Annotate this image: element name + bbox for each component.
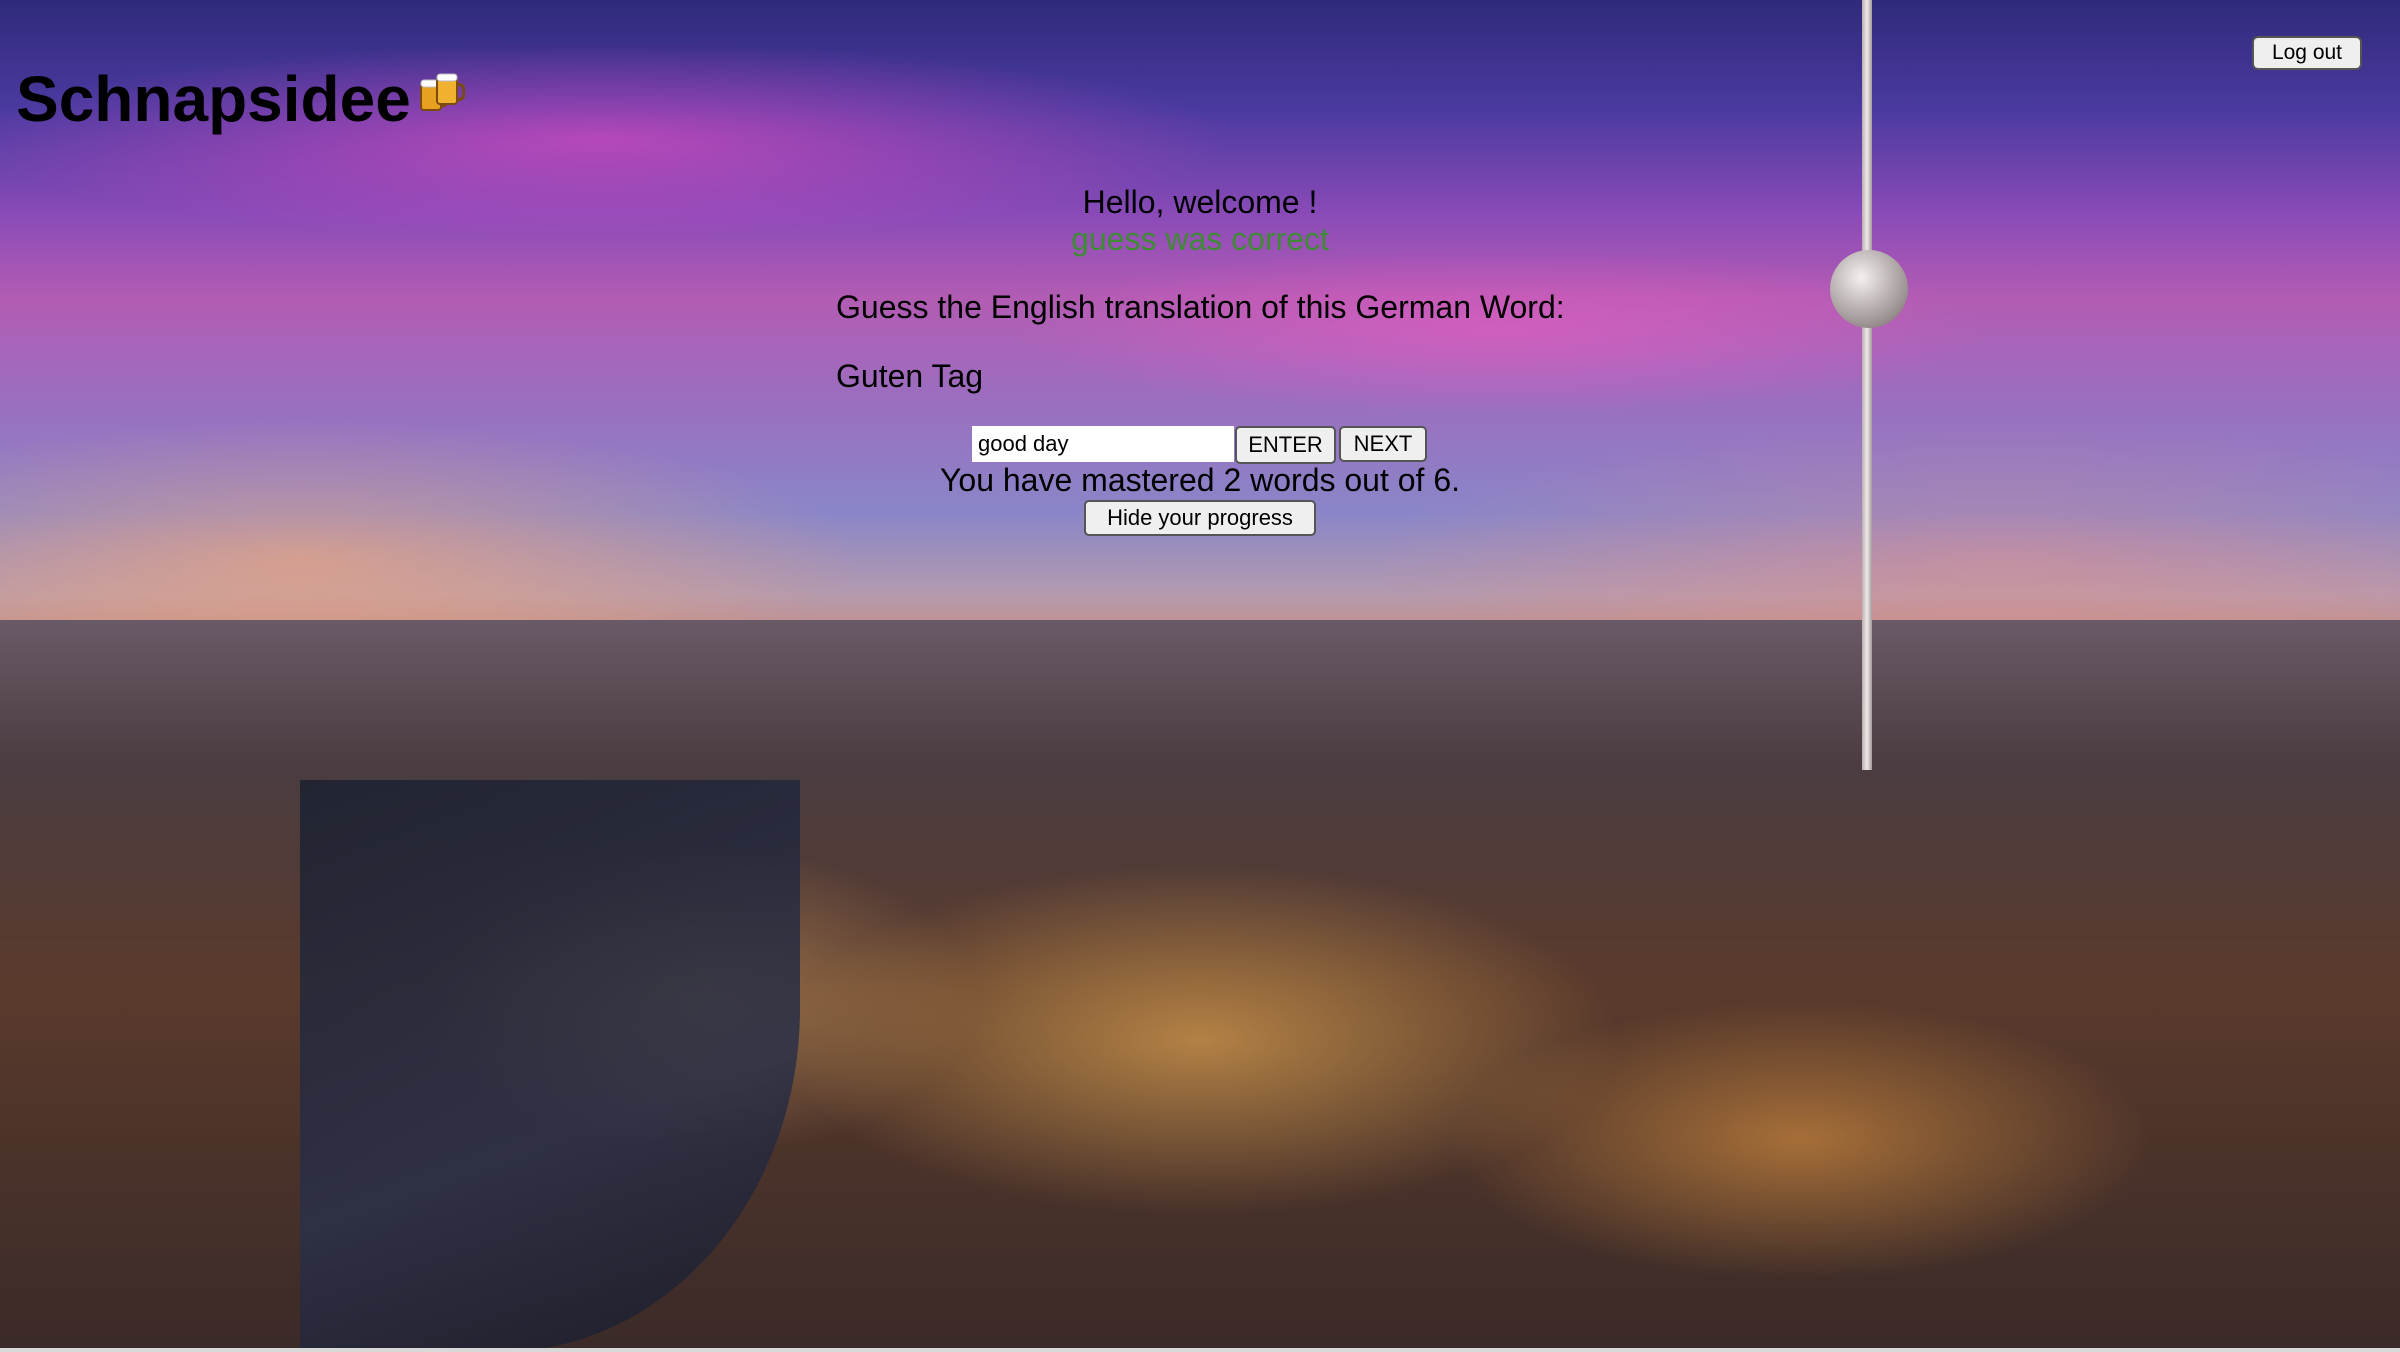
window-bottom-edge: [0, 1348, 2400, 1352]
app-logo: Schnapsidee: [16, 62, 465, 136]
enter-button[interactable]: ENTER: [1235, 426, 1336, 464]
logout-button[interactable]: Log out: [2252, 36, 2362, 70]
guess-feedback: guess was correct: [1071, 221, 1329, 257]
progress-summary: You have mastered 2 words out of 6.: [939, 462, 1461, 498]
translation-prompt: Guess the English translation of this Ge…: [836, 289, 1565, 325]
welcome-message: Hello, welcome !: [1082, 184, 1318, 220]
hide-progress-button[interactable]: Hide your progress: [1084, 500, 1316, 536]
background-tv-tower-sphere: [1830, 250, 1908, 328]
answer-input[interactable]: [972, 426, 1234, 462]
background-tv-tower: [1862, 0, 1872, 770]
app-logo-text: Schnapsidee: [16, 63, 411, 135]
german-word: Guten Tag: [836, 358, 984, 394]
beer-mugs-icon: [419, 73, 465, 111]
next-button[interactable]: NEXT: [1339, 426, 1427, 462]
